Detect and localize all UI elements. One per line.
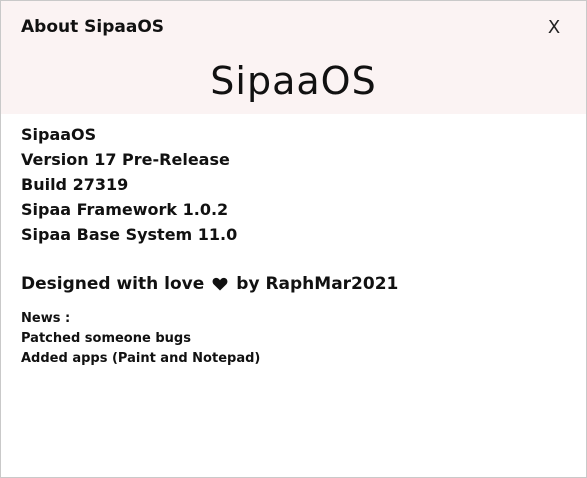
info-line: Version 17 Pre-Release bbox=[21, 150, 230, 169]
credits-suffix: by RaphMar2021 bbox=[236, 274, 399, 294]
system-info: SipaaOS Version 17 Pre-Release Build 273… bbox=[21, 122, 237, 247]
credits-prefix: Designed with love bbox=[21, 274, 205, 294]
close-button[interactable]: X bbox=[541, 15, 567, 41]
news-item: Patched someone bugs bbox=[21, 331, 191, 346]
news-item: Added apps (Paint and Notepad) bbox=[21, 351, 261, 366]
window-title: About SipaaOS bbox=[21, 17, 165, 37]
about-window: About SipaaOS X SipaaOS SipaaOS Version … bbox=[0, 0, 587, 478]
news-heading: News : bbox=[21, 311, 71, 326]
brand-name: SipaaOS bbox=[210, 59, 377, 103]
info-line: Sipaa Base System 11.0 bbox=[21, 225, 238, 244]
credits-line: Designed with love by RaphMar2021 bbox=[21, 274, 398, 294]
info-line: Build 27319 bbox=[21, 175, 129, 194]
window-header: About SipaaOS X SipaaOS bbox=[1, 1, 586, 114]
heart-icon bbox=[212, 276, 228, 292]
news-section: News : Patched someone bugs Added apps (… bbox=[21, 309, 260, 369]
info-line: Sipaa Framework 1.0.2 bbox=[21, 200, 229, 219]
info-line: SipaaOS bbox=[21, 125, 97, 144]
